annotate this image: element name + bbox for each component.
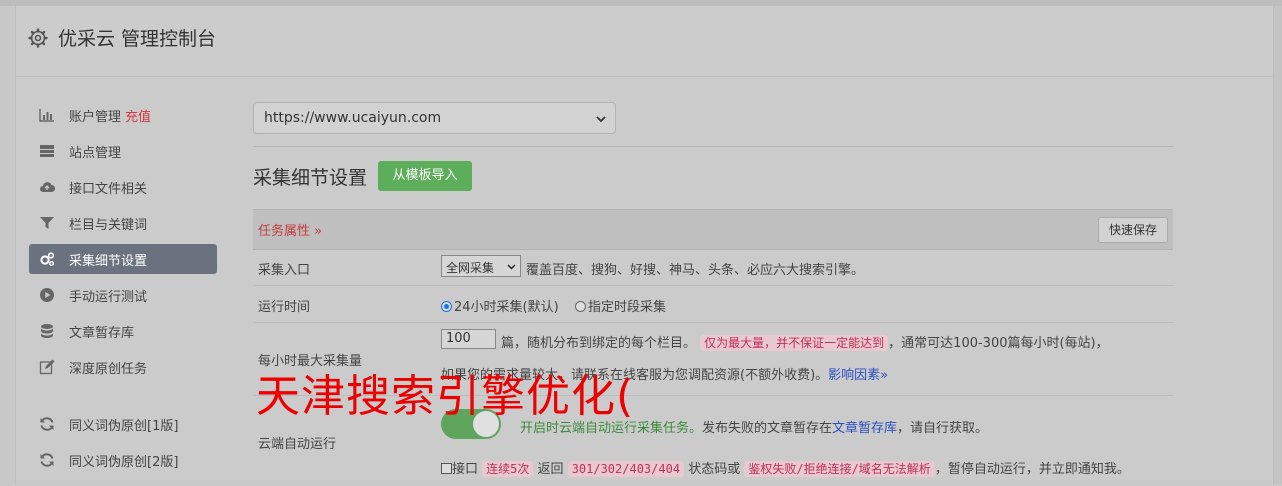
hourly-text-1: 篇，随机分布到绑定的每个栏目。 (501, 336, 697, 351)
sidebar-item-label: 站点管理 (69, 146, 122, 161)
sidebar-item-label: 账户管理 (69, 110, 122, 125)
pause-checkbox[interactable] (441, 463, 452, 474)
page-edge (1273, 6, 1282, 484)
checkbox-label: 接口 (452, 462, 479, 477)
sidebar-item-columns-keywords[interactable]: 栏目与关键词 (29, 208, 217, 238)
collect-entry-value: 全网采集 (446, 261, 495, 275)
row-collect-entry: 采集入口 全网采集 覆盖百度、搜狗、好搜、神马、头条、必应六大搜索引擎。 (253, 249, 1173, 286)
sidebar-item-manual-test[interactable]: 手动运行测试 (29, 280, 217, 310)
cloud-text-4: 状态码或 (688, 462, 741, 477)
cloud-text-2: ，请自行获取。 (897, 421, 989, 436)
watermark-text: 天津搜索引擎优化( (256, 371, 635, 422)
server-icon (40, 145, 54, 157)
sidebar-item-label: 同义词伪原创[1版] (69, 419, 179, 434)
import-template-button[interactable]: 从模板导入 (378, 161, 472, 191)
refresh-icon (40, 453, 54, 467)
runtime-option-scheduled[interactable]: 指定时段采集 (575, 296, 666, 315)
database-icon (41, 324, 53, 338)
hourly-max-input[interactable]: 100 (441, 329, 496, 349)
filter-icon (40, 217, 54, 229)
pill-status-codes: 301/302/403/404 (567, 461, 685, 477)
collect-entry-select[interactable]: 全网采集 (441, 255, 521, 277)
page-title: 优采云 管理控制台 (58, 28, 217, 50)
edit-icon (39, 359, 55, 375)
quick-save-button[interactable]: 快速保存 (1098, 217, 1168, 243)
refresh-icon (40, 417, 54, 431)
pill-auth-fail: 鉴权失败/拒绝连接/域名无法解析 (744, 461, 935, 477)
site-select-value: https://www.ucaiyun.com (264, 110, 442, 126)
sidebar-item-sites[interactable]: 站点管理 (29, 136, 217, 166)
site-select[interactable]: https://www.ucaiyun.com (253, 102, 616, 134)
cloud-pause-rule: 接口 连续5次 返回 301/302/403/404 状态码或 鉴权失败/拒绝连… (441, 458, 1130, 477)
radio-button[interactable] (441, 301, 452, 312)
radio-label: 指定时段采集 (588, 300, 667, 315)
recharge-link[interactable]: 充值 (125, 110, 151, 125)
sidebar-item-label: 同义词伪原创[2版] (69, 455, 179, 470)
sidebar-item-label: 深度原创任务 (69, 362, 148, 377)
hourly-max-text: 篇，随机分布到绑定的每个栏目。 仅为最大量，并不保证一定能达到 ，通常可达100-… (501, 332, 1109, 351)
task-attr-toggle[interactable]: 任务属性 » (258, 220, 322, 239)
sidebar-item-label: 采集细节设置 (69, 254, 148, 269)
radio-button[interactable] (575, 301, 586, 312)
sidebar-item-label: 手动运行测试 (69, 290, 148, 305)
collect-entry-desc: 覆盖百度、搜狗、好搜、神马、头条、必应六大搜索引擎。 (526, 263, 865, 278)
play-circle-icon (40, 288, 54, 302)
radio-label: 24小时采集(默认) (454, 300, 559, 315)
sidebar-item-api-files[interactable]: 接口文件相关 (29, 172, 217, 202)
page-header: 优采云 管理控制台 (16, 6, 1273, 77)
row-label: 云端自动运行 (258, 437, 337, 452)
row-label: 采集入口 (258, 263, 311, 278)
impact-factors-link[interactable]: 影响因素» (828, 368, 888, 383)
chevron-down-icon (596, 116, 606, 123)
cloud-upload-icon (40, 182, 55, 193)
sidebar-item-synonym-v1[interactable]: 同义词伪原创[1版] (29, 409, 217, 439)
sidebar-item-account[interactable]: 账户管理 充值 (29, 100, 217, 130)
hourly-text-2: ，通常可达100-300篇每小时(每站)， (888, 336, 1109, 351)
cloud-text-5: ，暂停自动运行，并立即通知我。 (934, 462, 1130, 477)
chevron-down-icon (507, 264, 516, 270)
max-note-pill: 仅为最大量，并不保证一定能达到 (700, 335, 889, 351)
pill-5-times: 连续5次 (482, 461, 534, 477)
bar-chart-icon (39, 109, 54, 122)
sidebar-item-collect-settings[interactable]: 采集细节设置 (29, 244, 217, 274)
runtime-option-24h[interactable]: 24小时采集(默认) (441, 296, 559, 315)
cloud-text-3: 返回 (537, 462, 564, 477)
article-store-link[interactable]: 文章暂存库 (832, 421, 897, 436)
sidebar-item-deep-original[interactable]: 深度原创任务 (29, 352, 217, 382)
gear-icon (28, 28, 48, 48)
cloud-text-1: 发布失败的文章暂存在 (702, 421, 833, 436)
sidebar-item-article-store[interactable]: 文章暂存库 (29, 316, 217, 346)
row-run-time: 运行时间 24小时采集(默认) 指定时段采集 (253, 286, 1173, 323)
gears-icon (40, 252, 55, 266)
row-label: 运行时间 (258, 300, 311, 315)
sidebar-item-label: 接口文件相关 (69, 182, 148, 197)
task-attr-bar: 任务属性 » 快速保存 (253, 209, 1173, 250)
section-title: 采集细节设置 (253, 167, 368, 189)
sidebar-item-label: 文章暂存库 (69, 326, 135, 341)
sidebar-item-label: 栏目与关键词 (69, 218, 148, 233)
console-panel: 优采云 管理控制台 账户管理 充值 站点管理 接口文件相关 栏目与关键词 采集细… (15, 6, 1274, 484)
sidebar-item-synonym-v2[interactable]: 同义词伪原创[2版] (29, 445, 217, 475)
divider (253, 146, 1173, 147)
